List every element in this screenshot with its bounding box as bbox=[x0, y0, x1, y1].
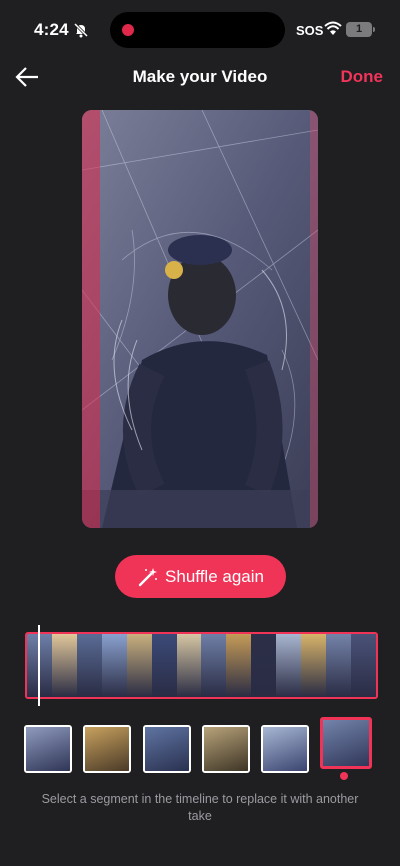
timeline-segment[interactable] bbox=[101, 634, 127, 697]
timeline-segment[interactable] bbox=[276, 634, 302, 697]
take-thumbnail[interactable] bbox=[24, 725, 72, 773]
bell-muted-icon bbox=[73, 22, 89, 38]
take-thumbnail[interactable] bbox=[320, 717, 372, 769]
battery-nub bbox=[373, 27, 375, 32]
timeline-segment[interactable] bbox=[151, 634, 177, 697]
dynamic-island bbox=[110, 12, 285, 48]
take-thumbnail-image bbox=[145, 727, 189, 771]
selected-take-indicator bbox=[340, 772, 348, 780]
shuffle-again-label: Shuffle again bbox=[165, 566, 264, 586]
timeline-strip[interactable] bbox=[25, 632, 378, 699]
header: Make your Video Done bbox=[0, 56, 400, 98]
recording-indicator-icon bbox=[122, 24, 134, 36]
status-time: 4:24 bbox=[34, 20, 69, 39]
video-preview[interactable] bbox=[82, 110, 318, 528]
take-thumbnail-image bbox=[26, 727, 70, 771]
timeline-segment[interactable] bbox=[226, 634, 252, 697]
battery-icon: 1 bbox=[346, 22, 372, 37]
shuffle-again-button[interactable]: Shuffle again bbox=[115, 555, 286, 598]
take-thumbnail[interactable] bbox=[261, 725, 309, 773]
done-button[interactable]: Done bbox=[341, 67, 384, 87]
take-thumbnail-image bbox=[263, 727, 307, 771]
take-thumbnail-image bbox=[85, 727, 129, 771]
timeline-segment[interactable] bbox=[201, 634, 227, 697]
timeline-segment[interactable] bbox=[76, 634, 102, 697]
take-thumbnail[interactable] bbox=[83, 725, 131, 773]
timeline-segment[interactable] bbox=[176, 634, 202, 697]
timeline-playhead[interactable] bbox=[38, 625, 40, 706]
timeline-segment[interactable] bbox=[326, 634, 351, 697]
timeline-segment[interactable] bbox=[251, 634, 277, 697]
carrier-text: SOS bbox=[296, 23, 324, 38]
video-frame-illustration bbox=[82, 110, 318, 528]
status-bar: 4:24 SOS 1 bbox=[0, 0, 400, 60]
take-thumbnail-image bbox=[204, 727, 248, 771]
timeline-segment[interactable] bbox=[126, 634, 152, 697]
takes-row bbox=[24, 717, 374, 773]
take-thumbnail-image bbox=[323, 720, 369, 766]
hint-text: Select a segment in the timeline to repl… bbox=[41, 792, 359, 823]
magic-wand-icon bbox=[138, 567, 158, 586]
take-thumbnail[interactable] bbox=[143, 725, 191, 773]
timeline-segment[interactable] bbox=[51, 634, 77, 697]
take-thumbnail[interactable] bbox=[202, 725, 250, 773]
timeline-segment[interactable] bbox=[350, 634, 376, 697]
wifi-icon bbox=[324, 21, 342, 35]
timeline-segment[interactable] bbox=[301, 634, 327, 697]
